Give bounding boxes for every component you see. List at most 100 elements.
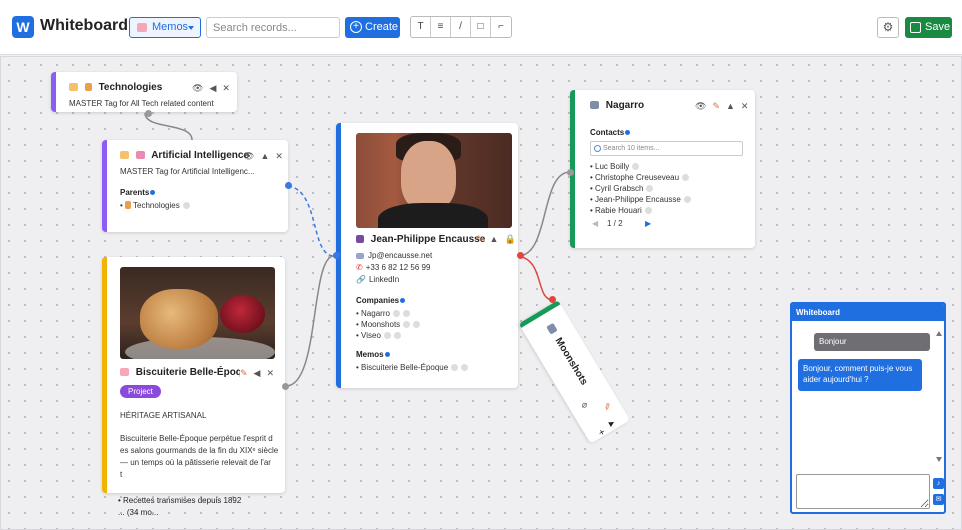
memos-heading: Memos: [356, 350, 390, 359]
close-icon[interactable]: ✕: [266, 368, 274, 379]
connection-port[interactable]: [145, 110, 152, 117]
save-icon: [910, 22, 921, 33]
card-description: MASTER Tag for Artificial Intelligenc...: [120, 167, 255, 176]
save-button[interactable]: Save: [905, 17, 952, 38]
record-type-select[interactable]: Memos: [129, 17, 201, 38]
card-title-row: Technologies: [69, 82, 162, 93]
contacts-search[interactable]: Search 10 items...: [590, 141, 743, 156]
connection-port[interactable]: [567, 169, 574, 176]
settings-button[interactable]: ⚙: [877, 17, 899, 38]
scroll-down-icon[interactable]: [936, 457, 942, 462]
tag-icon: [69, 83, 78, 91]
remove-icon[interactable]: [644, 207, 652, 214]
memo-body-line: — un temps où la pâtisserie relevait de …: [120, 458, 271, 467]
remove-icon[interactable]: [682, 174, 690, 181]
remove-icon[interactable]: [632, 163, 640, 170]
card-title-row: Biscuiterie Belle-Époque: [120, 367, 254, 378]
paragraph-tool[interactable]: ≡: [431, 17, 451, 37]
card-person[interactable]: Jean-Philippe Encausse ✎ ▲ 🔒 Jp@encausse…: [333, 123, 524, 388]
connection-port[interactable]: [282, 383, 289, 390]
eye-icon[interactable]: 👁: [192, 83, 203, 94]
contact-label: Jean-Philippe Encausse: [595, 195, 681, 204]
search-input[interactable]: [206, 17, 340, 38]
contact-label: Cyril Grabsch: [595, 184, 644, 193]
pencil-icon[interactable]: ✎: [600, 401, 613, 413]
link-chip-icon[interactable]: [392, 310, 400, 317]
play-icon[interactable]: ◀: [209, 83, 216, 94]
user-message: Bonjour: [814, 333, 930, 351]
connection-port[interactable]: [549, 296, 556, 303]
brain-icon: [135, 151, 145, 159]
remove-icon[interactable]: [683, 196, 691, 203]
send-icon[interactable]: ✉: [933, 494, 944, 505]
prev-page-icon[interactable]: ◀: [592, 219, 598, 228]
card-nagarro[interactable]: Nagarro 👁 ✎ ▲ ✕ Contacts Search 10 items…: [567, 90, 755, 248]
microphone-icon[interactable]: ♪: [933, 478, 944, 489]
close-icon[interactable]: ✕: [222, 83, 230, 94]
connector-tool[interactable]: ⌐: [491, 17, 511, 37]
phone-row[interactable]: ✆ +33 6 82 12 56 99: [356, 263, 430, 272]
card-technologies[interactable]: Technologies 👁 ◀ ✕ MASTER Tag for All Te…: [51, 72, 237, 117]
connection-port[interactable]: [285, 182, 292, 189]
next-page-icon[interactable]: ▶: [645, 219, 651, 228]
contact-item[interactable]: • Rabie Houari: [590, 206, 652, 215]
memo-photo: [120, 267, 275, 359]
contact-item[interactable]: • Cyril Grabsch: [590, 184, 654, 193]
close-icon[interactable]: ✕: [275, 151, 283, 162]
text-tool[interactable]: T: [411, 17, 431, 37]
contact-item[interactable]: • Christophe Creuseveau: [590, 173, 690, 182]
link-chip-icon[interactable]: [451, 364, 459, 371]
company-item[interactable]: • Moonshots: [356, 320, 421, 329]
indicator-dot: [400, 298, 406, 303]
card-biscuiterie[interactable]: Biscuiterie Belle-Époque ✎ ◀ ✕ Project H…: [102, 257, 285, 493]
card-artificial-intelligence[interactable]: Artificial Intelligence 👁 ▲ ✕ MASTER Tag…: [102, 140, 292, 232]
line-tool[interactable]: /: [451, 17, 471, 37]
pencil-icon[interactable]: ✎: [240, 368, 248, 379]
memo-item[interactable]: • Biscuiterie Belle-Époque: [356, 363, 469, 372]
pencil-icon[interactable]: ✎: [712, 101, 720, 112]
remove-icon[interactable]: [413, 321, 421, 328]
triangle-icon[interactable]: ▲: [726, 101, 735, 112]
contact-item[interactable]: • Luc Boilly: [590, 162, 640, 171]
eye-icon[interactable]: 👁: [695, 101, 706, 112]
person-name: Jean-Philippe Encausse: [370, 234, 486, 245]
connection-port[interactable]: [517, 252, 524, 259]
rectangle-tool[interactable]: □: [471, 17, 491, 37]
clip-icon[interactable]: ⌀: [582, 400, 587, 411]
company-item[interactable]: • Nagarro: [356, 309, 410, 318]
remove-icon[interactable]: [461, 364, 469, 371]
play-icon[interactable]: ◀: [254, 368, 261, 379]
linkedin-row[interactable]: 🔗 LinkedIn: [356, 275, 399, 284]
link-chip-icon[interactable]: [383, 332, 391, 339]
scroll-up-icon[interactable]: [936, 331, 942, 336]
card-title-row: Jean-Philippe Encausse: [356, 234, 485, 245]
linkedin-link[interactable]: LinkedIn: [369, 275, 399, 284]
email-row[interactable]: Jp@encausse.net: [356, 251, 432, 260]
remove-icon[interactable]: [182, 202, 190, 209]
triangle-icon[interactable]: ▲: [490, 234, 499, 245]
email-value: Jp@encausse.net: [368, 251, 433, 260]
companies-heading: Companies: [356, 296, 406, 305]
chat-input[interactable]: [796, 474, 930, 509]
remove-icon[interactable]: [646, 185, 654, 192]
contact-item[interactable]: • Jean-Philippe Encausse: [590, 195, 691, 204]
company-item[interactable]: • Viseo: [356, 331, 401, 340]
phone-value: +33 6 82 12 56 99: [365, 263, 431, 272]
pencil-icon[interactable]: ✎: [476, 234, 484, 245]
triangle-icon[interactable]: ▲: [606, 417, 619, 430]
close-icon[interactable]: ✕: [741, 101, 749, 112]
create-button[interactable]: + Create: [345, 17, 400, 38]
card-title: Nagarro: [605, 100, 645, 111]
parent-item[interactable]: • Technologies: [120, 201, 190, 210]
link-chip-icon[interactable]: [403, 321, 411, 328]
triangle-icon[interactable]: ▲: [260, 151, 269, 162]
eye-icon[interactable]: 👁: [243, 151, 254, 162]
remove-icon[interactable]: [393, 332, 401, 339]
pencil-icon: [84, 83, 92, 91]
app-logo: W: [12, 16, 34, 38]
memo-more[interactable]: ... (34 mo...: [118, 508, 158, 517]
lock-icon[interactable]: 🔒: [504, 234, 515, 245]
chat-messages[interactable]: Bonjour Bonjour, comment puis-je vous ai…: [792, 321, 944, 471]
connection-port[interactable]: [333, 252, 340, 259]
remove-icon[interactable]: [402, 310, 410, 317]
